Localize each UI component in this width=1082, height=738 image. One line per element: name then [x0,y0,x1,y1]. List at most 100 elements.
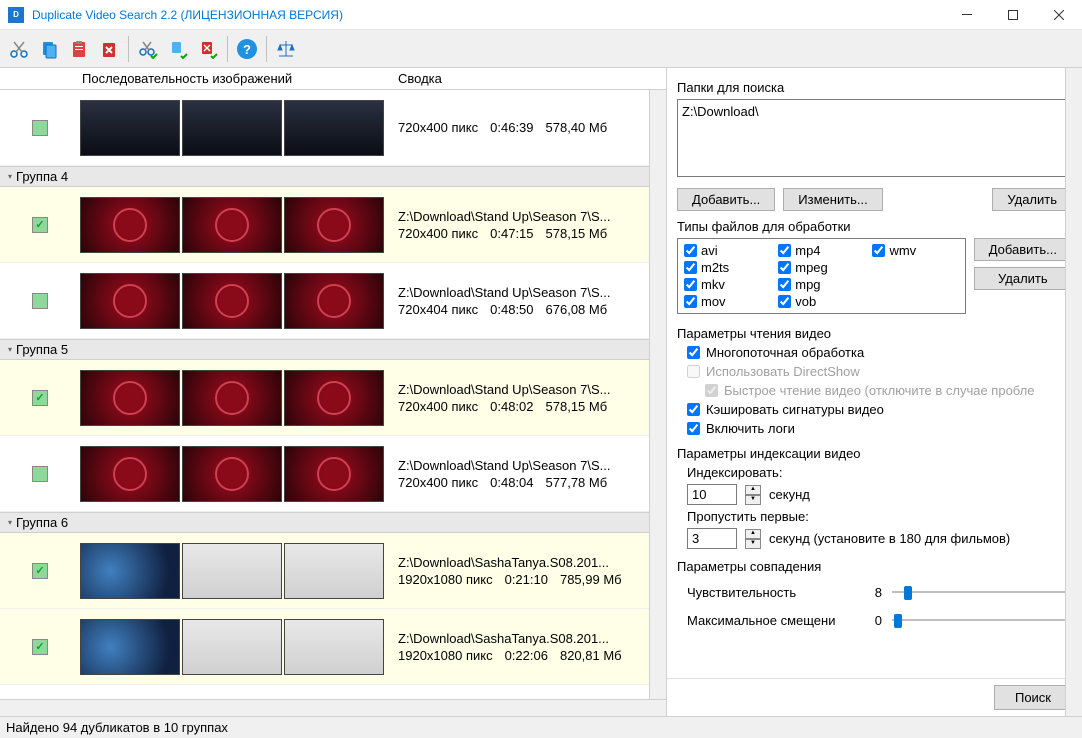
duration: 0:46:39 [490,120,533,135]
svg-text:?: ? [243,42,251,57]
col-thumbnails[interactable]: Последовательность изображений [80,71,390,86]
close-button[interactable] [1036,0,1082,30]
filetype-mpeg[interactable]: mpeg [778,260,864,275]
duration: 0:47:15 [490,226,533,241]
spin-up-icon[interactable]: ▲ [745,485,761,495]
edit-folder-button[interactable]: Изменить... [783,188,882,211]
row-checkbox[interactable] [32,217,48,233]
logs-checkbox[interactable]: Включить логи [687,421,1072,436]
filetype-wmv[interactable]: wmv [872,243,958,258]
thumbnails [80,442,390,506]
results-list[interactable]: 720x400 пикс0:46:39578,40 Мб▾Группа 4Z:\… [0,90,649,699]
thumbnail [284,446,384,502]
results-h-scrollbar[interactable] [0,699,666,716]
result-row[interactable]: Z:\Download\Stand Up\Season 7\S...720x40… [0,436,649,512]
sensitivity-value: 8 [862,585,882,600]
copy-icon[interactable] [36,36,62,62]
read-params-label: Параметры чтения видео [677,326,1072,341]
filetype-label: avi [701,243,718,258]
row-checkbox[interactable] [32,639,48,655]
add-folder-button[interactable]: Добавить... [677,188,775,211]
group-header[interactable]: ▾Группа 5 [0,339,649,360]
spin-down-icon[interactable]: ▼ [745,495,761,505]
result-row[interactable]: Z:\Download\SashaTanya.S08.201...1920x10… [0,609,649,685]
resolution: 1920x1080 пикс [398,572,493,587]
filetype-checkbox[interactable] [778,295,791,308]
delete-filetype-button[interactable]: Удалить [974,267,1072,290]
group-header[interactable]: ▾Группа 6 [0,512,649,533]
collapse-icon[interactable]: ▾ [8,172,12,181]
cache-checkbox[interactable]: Кэшировать сигнатуры видео [687,402,1072,417]
spin-down-icon[interactable]: ▼ [745,539,761,549]
index-params-label: Параметры индексации видео [677,446,1072,461]
filetype-checkbox[interactable] [684,295,697,308]
group-header[interactable]: ▾Группа 4 [0,166,649,187]
filesize: 820,81 Мб [560,648,622,663]
multithread-checkbox[interactable]: Многопоточная обработка [687,345,1072,360]
filetype-empty [872,277,958,292]
resolution: 720x400 пикс [398,120,478,135]
filetype-vob[interactable]: vob [778,294,864,309]
cut-check-icon[interactable] [135,36,161,62]
row-checkbox[interactable] [32,120,48,136]
filesize: 785,99 Мб [560,572,622,587]
spin-up-icon[interactable]: ▲ [745,529,761,539]
status-text: Найдено 94 дубликатов в 10 группах [6,720,228,735]
filetype-checkbox[interactable] [872,244,885,257]
folders-input[interactable]: Z:\Download\ [677,99,1072,177]
help-icon[interactable]: ? [234,36,260,62]
directshow-checkbox: Использовать DirectShow [687,364,1072,379]
skip-unit: секунд (установите в 180 для фильмов) [769,531,1010,546]
thumbnails [80,193,390,257]
row-checkbox[interactable] [32,293,48,309]
index-interval-input[interactable] [687,484,737,505]
paste-icon[interactable] [66,36,92,62]
skip-first-input[interactable] [687,528,737,549]
maximize-button[interactable] [990,0,1036,30]
filetype-checkbox[interactable] [684,244,697,257]
cut-icon[interactable] [6,36,32,62]
maxoffset-slider[interactable] [892,610,1072,630]
minimize-button[interactable] [944,0,990,30]
delete-check-icon[interactable] [195,36,221,62]
filesize: 577,78 Мб [546,475,608,490]
result-row[interactable]: 720x400 пикс0:46:39578,40 Мб [0,90,649,166]
balance-icon[interactable] [273,36,299,62]
row-checkbox[interactable] [32,390,48,406]
copy-check-icon[interactable] [165,36,191,62]
resolution: 720x400 пикс [398,399,478,414]
filetype-checkbox[interactable] [778,278,791,291]
collapse-icon[interactable]: ▾ [8,345,12,354]
result-row[interactable]: Z:\Download\SashaTanya.S08.201...1920x10… [0,533,649,609]
sensitivity-slider[interactable] [892,582,1072,602]
thumbnails [80,539,390,603]
filetype-checkbox[interactable] [778,261,791,274]
results-scrollbar[interactable] [649,90,666,699]
collapse-icon[interactable]: ▾ [8,518,12,527]
result-row[interactable]: Z:\Download\Stand Up\Season 7\S...720x40… [0,263,649,339]
result-row[interactable]: Z:\Download\Stand Up\Season 7\S...720x40… [0,360,649,436]
filetype-checkbox[interactable] [778,244,791,257]
thumbnail [284,370,384,426]
filetype-avi[interactable]: avi [684,243,770,258]
fastread-checkbox: Быстрое чтение видео (отключите в случае… [705,383,1072,398]
row-checkbox[interactable] [32,466,48,482]
filetype-mpg[interactable]: mpg [778,277,864,292]
filetype-mov[interactable]: mov [684,294,770,309]
maxoffset-label: Максимальное смещени [687,613,852,628]
filetype-mp4[interactable]: mp4 [778,243,864,258]
result-row[interactable]: Z:\Download\Stand Up\Season 7\S...720x40… [0,187,649,263]
filetype-checkbox[interactable] [684,261,697,274]
row-checkbox[interactable] [32,563,48,579]
search-button[interactable]: Поиск [994,685,1072,710]
delete-icon[interactable] [96,36,122,62]
add-filetype-button[interactable]: Добавить... [974,238,1072,261]
delete-folder-button[interactable]: Удалить [992,188,1072,211]
filetype-mkv[interactable]: mkv [684,277,770,292]
filetype-checkbox[interactable] [684,278,697,291]
col-summary[interactable]: Сводка [390,71,649,86]
settings-scrollbar[interactable] [1065,68,1082,716]
thumbnail [182,273,282,329]
folders-label: Папки для поиска [677,80,1072,95]
filetype-m2ts[interactable]: m2ts [684,260,770,275]
